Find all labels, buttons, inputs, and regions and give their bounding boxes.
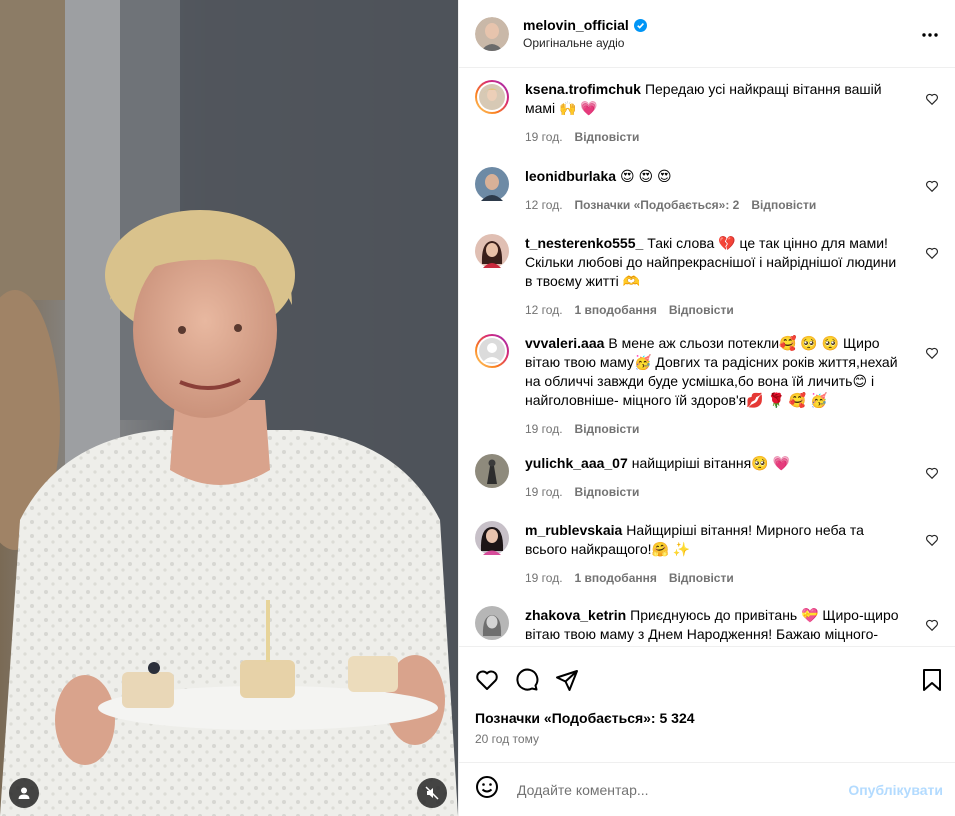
post-header: melovin_official Оригінальне аудіо (459, 0, 955, 68)
heart-icon[interactable] (925, 92, 939, 106)
comment-username[interactable]: m_rublevskaia (525, 522, 622, 538)
heart-icon[interactable] (925, 346, 939, 360)
bookmark-icon (923, 669, 941, 691)
emoji-icon (476, 776, 498, 798)
comment-item: m_rublevskaia Найщиріші вітання! Мирного … (475, 521, 939, 606)
comment-time[interactable]: 12 год. (525, 196, 563, 215)
emoji-button[interactable] (475, 775, 499, 804)
add-comment-bar: Опублікувати (459, 762, 955, 816)
commenter-avatar[interactable] (475, 454, 509, 488)
comment-text: 😍 😍 😍 (620, 168, 672, 184)
share-icon (556, 669, 578, 691)
comment-time[interactable]: 19 год. (525, 420, 563, 439)
author-avatar[interactable] (475, 16, 509, 51)
comment-likes[interactable]: Позначки «Подобається»: 2 (575, 196, 740, 215)
comment-text: найщиріші вітання🥺 💗 (631, 455, 790, 471)
commenter-avatar[interactable] (475, 167, 509, 201)
comment-icon (516, 668, 539, 691)
comment-item: t_nesterenko555_ Такі слова 💔 це так цінн… (475, 234, 939, 319)
commenter-avatar[interactable] (475, 521, 509, 555)
save-button[interactable] (921, 668, 943, 697)
post-side-panel: melovin_official Оригінальне аудіо ksena… (458, 0, 955, 816)
like-button[interactable] (475, 668, 499, 692)
comment-username[interactable]: zhakova_ketrin (525, 607, 626, 623)
comment-item: zhakova_ketrin Приєднуюсь до привітань 💝 … (475, 606, 939, 646)
comment-item: yulichk_aaa_07 найщиріші вітання🥺 💗 19 го… (475, 454, 939, 520)
commenter-avatar[interactable] (475, 334, 509, 368)
mute-icon (425, 786, 439, 800)
comment-likes[interactable]: 1 вподобання (575, 301, 657, 320)
author-username[interactable]: melovin_official (523, 17, 629, 33)
tagged-users-button[interactable] (9, 778, 39, 808)
instagram-post-view: melovin_official Оригінальне аудіо ksena… (0, 0, 955, 816)
reply-button[interactable]: Відповісти (575, 420, 640, 439)
mute-toggle-button[interactable] (417, 778, 447, 808)
commenter-avatar[interactable] (475, 80, 509, 114)
post-photo (0, 0, 458, 816)
comment-username[interactable]: ksena.trofimchuk (525, 81, 641, 97)
post-timestamp[interactable]: 20 год тому (459, 732, 955, 746)
commenter-avatar[interactable] (475, 234, 509, 268)
comments-list[interactable]: ksena.trofimchuk Передаю усі найкращі віт… (459, 68, 955, 646)
comment-time[interactable]: 19 год. (525, 128, 563, 147)
reply-button[interactable]: Відповісти (575, 483, 640, 502)
comment-username[interactable]: yulichk_aaa_07 (525, 455, 628, 471)
comment-item: vvvaleri.aaa В мене аж сльози потекли🥰 🥺 … (475, 334, 939, 439)
share-button[interactable] (555, 668, 579, 692)
post-actions-bar (459, 646, 955, 712)
commenter-avatar[interactable] (475, 606, 509, 640)
reply-button[interactable]: Відповісти (669, 569, 734, 588)
comment-time[interactable]: 12 год. (525, 301, 563, 320)
comment-username[interactable]: t_nesterenko555_ (525, 235, 643, 251)
more-options-icon (922, 33, 938, 37)
more-options-button[interactable] (921, 24, 939, 40)
comment-item: leonidburlaka 😍 😍 😍 12 год. Позначки «Подо… (475, 167, 939, 233)
comment-likes[interactable]: 1 вподобання (575, 569, 657, 588)
comment-time[interactable]: 19 год. (525, 569, 563, 588)
audio-link[interactable]: Оригінальне аудіо (523, 36, 647, 50)
heart-icon[interactable] (925, 466, 939, 480)
user-tag-icon (18, 787, 30, 799)
comment-username[interactable]: vvvaleri.aaa (525, 335, 604, 351)
reply-button[interactable]: Відповісти (575, 128, 640, 147)
comment-button[interactable] (515, 668, 539, 692)
comment-time[interactable]: 19 год. (525, 483, 563, 502)
heart-icon (476, 670, 498, 690)
reply-button[interactable]: Відповісти (669, 301, 734, 320)
heart-icon[interactable] (925, 179, 939, 193)
heart-icon[interactable] (925, 246, 939, 260)
heart-icon[interactable] (925, 533, 939, 547)
heart-icon[interactable] (925, 618, 939, 632)
comment-item: ksena.trofimchuk Передаю усі найкращі віт… (475, 80, 939, 146)
reply-button[interactable]: Відповісти (751, 196, 816, 215)
comment-input[interactable] (517, 781, 817, 798)
post-media[interactable] (0, 0, 458, 816)
publish-button[interactable]: Опублікувати (848, 782, 943, 798)
comment-username[interactable]: leonidburlaka (525, 168, 616, 184)
verified-badge-icon (633, 18, 647, 32)
